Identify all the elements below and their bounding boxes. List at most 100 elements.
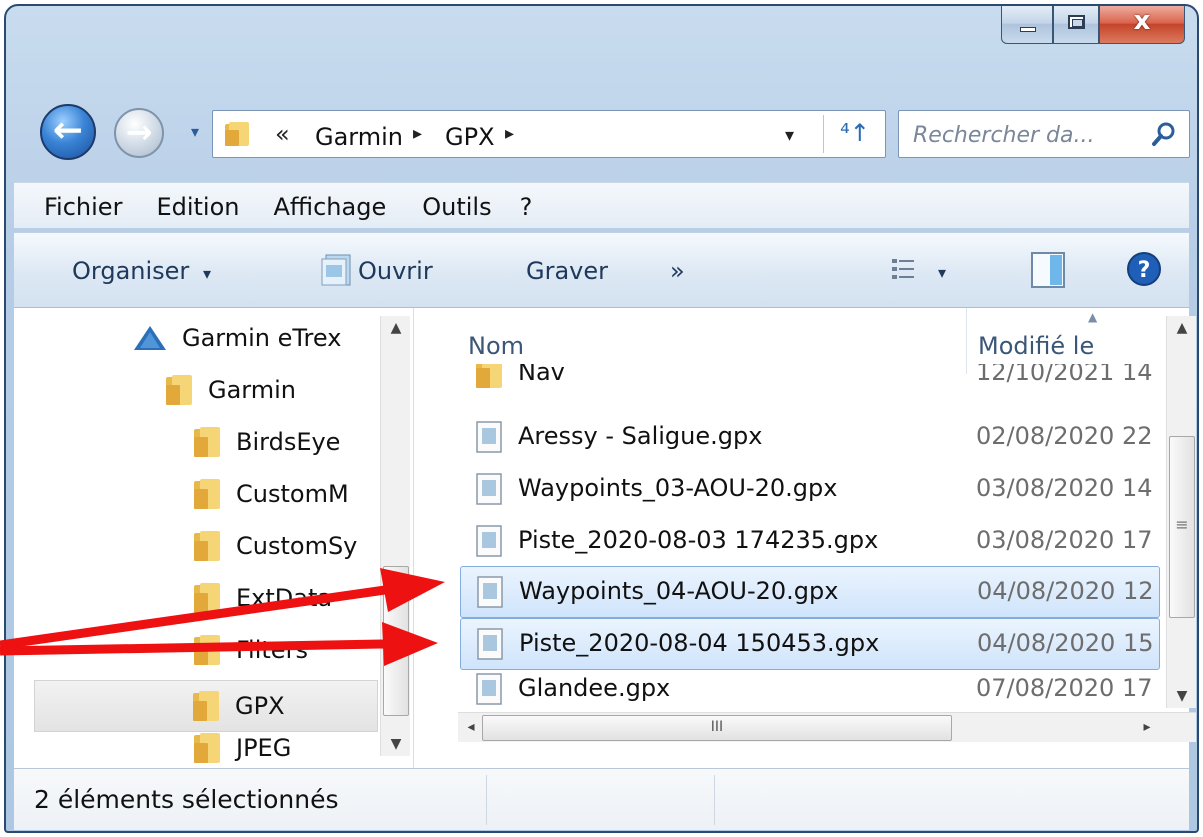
help-icon[interactable]: ?: [1126, 251, 1162, 287]
view-options-icon[interactable]: [890, 257, 916, 281]
scroll-up-icon[interactable]: ▲: [383, 320, 409, 336]
menu-fichier[interactable]: Fichier: [44, 183, 122, 228]
address-bar[interactable]: « Garmin ▸ GPX ▸ ▾ ⁴↑: [212, 110, 886, 158]
file-icon: [476, 673, 502, 705]
file-date: 12/10/2021 14: [976, 364, 1153, 386]
organise-label: Organiser: [72, 257, 190, 285]
close-icon: x: [1133, 6, 1151, 36]
file-row[interactable]: Aressy - Saligue.gpx 02/08/2020 22: [460, 412, 1160, 464]
tree-item-filters[interactable]: Filters: [192, 624, 308, 676]
list-hscroll-thumb[interactable]: III: [482, 715, 952, 741]
file-list: Nom ▲ Modifié le Nav 12/10/2021 14 Aress…: [458, 308, 1196, 768]
scroll-down-icon[interactable]: ▼: [383, 736, 409, 752]
drive-icon: [134, 326, 166, 350]
burn-button[interactable]: Graver: [526, 257, 608, 285]
folder-icon: [194, 635, 220, 665]
status-divider: [486, 775, 487, 825]
forward-arrow-icon: →: [125, 113, 153, 151]
breadcrumb-garmin[interactable]: Garmin: [315, 123, 403, 151]
list-vertical-scrollbar[interactable]: ▲ ≡ ▼: [1166, 316, 1196, 708]
scroll-left-icon[interactable]: ◂: [458, 719, 484, 735]
file-date: 07/08/2020 17: [976, 674, 1153, 702]
svg-text:?: ?: [1138, 258, 1151, 283]
tree-item-customsymbols[interactable]: CustomSy: [192, 520, 357, 572]
minimize-button[interactable]: [1001, 6, 1053, 44]
command-bar: Organiser ▾ Ouvrir Graver » ▾ ?: [14, 232, 1189, 308]
explorer-window: x ← → ▾ « Garmin ▸ GPX ▸ ▾ ⁴↑ Rechercher…: [4, 4, 1199, 833]
address-divider: [823, 115, 824, 153]
file-row[interactable]: Glandee.gpx 07/08/2020 17: [460, 670, 1160, 710]
scroll-grip-icon: ≡: [1175, 515, 1189, 534]
menu-outils[interactable]: Outils: [422, 183, 491, 228]
column-header-modified[interactable]: Modifié le: [978, 332, 1094, 360]
scroll-down-icon[interactable]: ▼: [1169, 688, 1195, 704]
file-icon: [477, 628, 503, 660]
refresh-icon[interactable]: ⁴↑: [833, 119, 877, 149]
tree-scroll-thumb[interactable]: [383, 566, 409, 716]
navigation-bar: ← → ▾ « Garmin ▸ GPX ▸ ▾ ⁴↑ Rechercher d…: [6, 102, 1197, 166]
tree-item-label: Garmin: [208, 376, 297, 404]
folder-icon: [166, 375, 192, 405]
tree-item-custommaps[interactable]: CustomM: [192, 468, 349, 520]
folder-icon: [476, 364, 502, 388]
tree-item-extdata[interactable]: ExtData: [192, 572, 332, 624]
back-button[interactable]: ←: [40, 104, 96, 160]
folder-icon: [194, 427, 220, 457]
file-date: 04/08/2020 12: [977, 577, 1154, 605]
close-button[interactable]: x: [1099, 6, 1185, 44]
menu-help[interactable]: ?: [520, 183, 533, 228]
tree-item-jpeg[interactable]: JPEG: [192, 728, 291, 768]
folder-icon: [225, 122, 249, 146]
caption-buttons: x: [1001, 6, 1185, 44]
column-header-name[interactable]: Nom: [468, 332, 524, 360]
list-horizontal-scrollbar[interactable]: ◂ III ▸: [458, 712, 1196, 742]
navigation-pane: Garmin eTrex Garmin BirdsEye CustomM Cus…: [14, 308, 414, 768]
tree-scrollbar[interactable]: ▲ ▼: [380, 316, 410, 756]
list-scroll-thumb[interactable]: ≡: [1169, 436, 1195, 618]
tree-item-label: BirdsEye: [236, 428, 341, 456]
file-row-nav[interactable]: Nav 12/10/2021 14: [460, 364, 1160, 396]
breadcrumb-gpx[interactable]: GPX: [445, 123, 495, 151]
file-row-selected[interactable]: Waypoints_04-AOU-20.gpx 04/08/2020 12: [460, 566, 1160, 618]
file-row[interactable]: Waypoints_03-AOU-20.gpx 03/08/2020 14: [460, 464, 1160, 516]
scroll-right-icon[interactable]: ▸: [1134, 719, 1160, 735]
status-bar: 2 éléments sélectionnés: [14, 768, 1189, 830]
breadcrumb-arrow-icon[interactable]: ▸: [413, 123, 422, 144]
address-dropdown-icon[interactable]: ▾: [785, 125, 794, 146]
content-area: Garmin eTrex Garmin BirdsEye CustomM Cus…: [14, 308, 1196, 768]
menu-affichage[interactable]: Affichage: [273, 183, 386, 228]
organise-button[interactable]: Organiser ▾: [72, 257, 211, 285]
tree-item-label: Garmin eTrex: [182, 324, 342, 352]
file-name: Aressy - Saligue.gpx: [518, 422, 763, 450]
status-text: 2 éléments sélectionnés: [34, 785, 339, 814]
scroll-up-icon[interactable]: ▲: [1169, 320, 1195, 336]
tree-item-gpx[interactable]: GPX: [34, 680, 378, 732]
folder-icon: [194, 531, 220, 561]
breadcrumb-arrow-icon[interactable]: ▸: [505, 123, 514, 144]
search-icon[interactable]: [1151, 121, 1177, 147]
menu-edition[interactable]: Edition: [156, 183, 239, 228]
search-box[interactable]: Rechercher da...: [898, 110, 1190, 158]
maximize-button[interactable]: [1053, 6, 1099, 44]
file-date: 03/08/2020 14: [976, 474, 1153, 502]
recent-pages-button[interactable]: ▾: [184, 122, 206, 144]
file-row[interactable]: Piste_2020-08-03 174235.gpx 03/08/2020 1…: [460, 516, 1160, 568]
file-name: Piste_2020-08-03 174235.gpx: [518, 526, 879, 554]
search-placeholder: Rechercher da...: [913, 123, 1095, 148]
open-file-icon: [321, 254, 351, 286]
tree-item-birdseye[interactable]: BirdsEye: [192, 416, 340, 468]
tree-item-garmin-etrex[interactable]: Garmin eTrex: [132, 312, 341, 364]
file-icon: [477, 576, 503, 608]
file-name: Glandee.gpx: [518, 674, 671, 702]
view-dropdown-icon[interactable]: ▾: [938, 263, 946, 282]
open-button[interactable]: Ouvrir: [358, 257, 433, 285]
breadcrumb-overflow-icon[interactable]: «: [275, 120, 290, 148]
tree-item-garmin[interactable]: Garmin: [164, 364, 296, 416]
tree-item-label: JPEG: [236, 734, 292, 762]
more-commands-button[interactable]: »: [670, 257, 685, 285]
file-name: Nav: [518, 364, 565, 386]
file-row-selected[interactable]: Piste_2020-08-04 150453.gpx 04/08/2020 1…: [460, 618, 1160, 670]
folder-icon: [194, 479, 220, 509]
forward-button[interactable]: →: [114, 108, 164, 158]
preview-pane-icon[interactable]: [1030, 251, 1066, 289]
